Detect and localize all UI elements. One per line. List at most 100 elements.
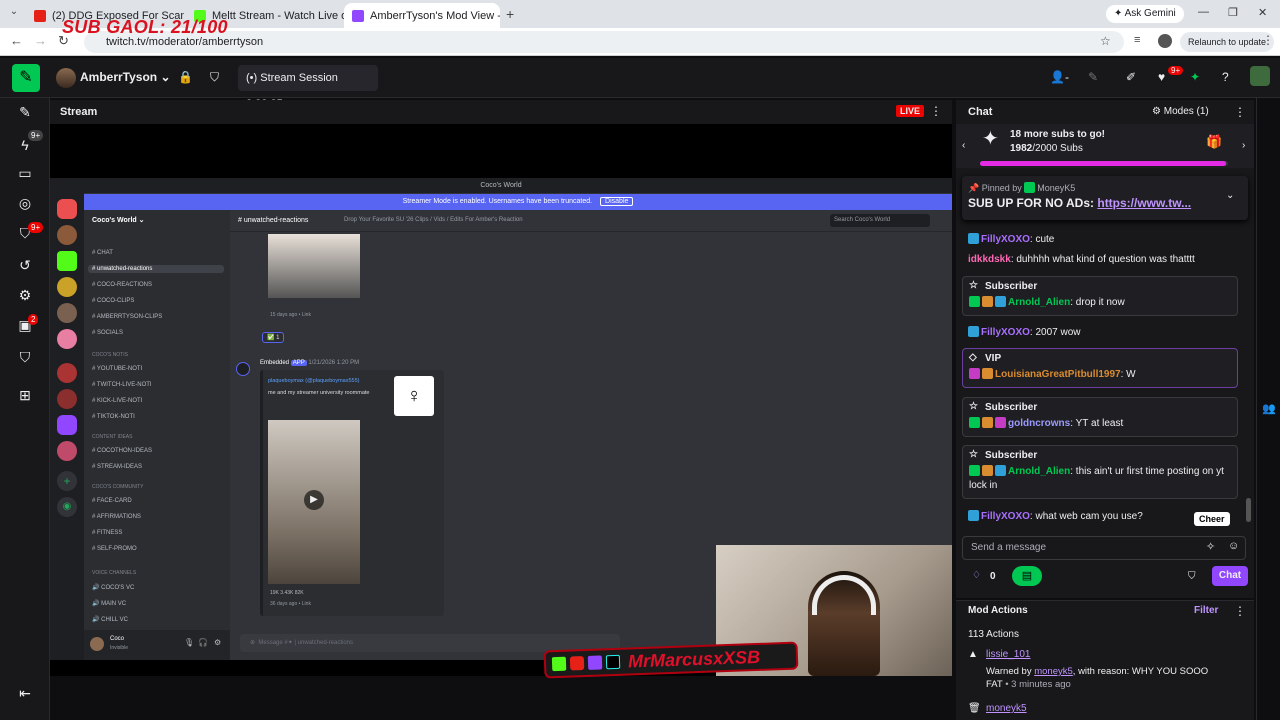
voice-channel[interactable]: 🔊 COCO'S VC: [92, 584, 134, 591]
channel-switcher[interactable]: AmberrTyson ⌄: [80, 70, 171, 84]
message-link[interactable]: 36 days ago • Link: [270, 601, 311, 607]
twitch-logo-button[interactable]: ✎: [12, 64, 40, 92]
relaunch-button[interactable]: Relaunch to update: [1180, 32, 1275, 52]
chat-more-icon[interactable]: ⋮: [1234, 105, 1246, 119]
channel-unwatched-reactions[interactable]: # unwatched-reactions: [88, 265, 224, 273]
vip-message-card[interactable]: ◇ VIP LouisianaGreatPitbull1997: W: [962, 348, 1238, 388]
discover-icon[interactable]: ◉: [57, 497, 77, 517]
exit-icon[interactable]: ⇤: [16, 684, 34, 702]
add-server-icon[interactable]: +: [57, 471, 77, 491]
maximize-icon[interactable]: ❐: [1228, 6, 1238, 19]
mod-more-icon[interactable]: ⋮: [1234, 604, 1246, 618]
browser-menu-icon[interactable]: ⋮: [1262, 33, 1274, 47]
server-icon[interactable]: [57, 225, 77, 245]
url-field[interactable]: twitch.tv/moderator/amberrtyson: [84, 31, 1124, 53]
message-link[interactable]: 15 days ago • Link: [270, 312, 311, 318]
extensions-icon[interactable]: ≡: [1134, 34, 1140, 46]
server-icon[interactable]: [57, 363, 77, 383]
gift-icon[interactable]: ▤: [1012, 566, 1042, 586]
chat-message[interactable]: FillyXOXO: what web cam you use?: [968, 509, 1188, 524]
stream-icon[interactable]: ▭: [16, 164, 34, 182]
profile-avatar[interactable]: [1158, 34, 1172, 48]
channel-tiktok-noti[interactable]: # TIKTOK-NOTI: [92, 414, 135, 420]
pinned-link[interactable]: https://www.tw...: [1097, 196, 1191, 210]
category-header[interactable]: VOICE CHANNELS: [92, 570, 136, 576]
edit-icon[interactable]: ✎: [1088, 70, 1098, 84]
mod-shield-icon[interactable]: ⛉: [1188, 571, 1196, 582]
chat-message[interactable]: FillyXOXO: cute: [968, 232, 1244, 247]
more-options-icon[interactable]: ⋮: [930, 104, 942, 118]
viewer-icon[interactable]: 👤-: [1050, 70, 1069, 84]
mic-icon[interactable]: 🎙: [184, 638, 194, 647]
prev-icon[interactable]: ‹: [962, 140, 965, 151]
channel-face-card[interactable]: # FACE-CARD: [92, 498, 132, 504]
chat-modes-button[interactable]: ⚙ Modes (1): [1152, 106, 1209, 117]
server-icon[interactable]: [57, 303, 77, 323]
disable-button[interactable]: Disable: [600, 197, 634, 206]
chat-scrollbar[interactable]: [1246, 498, 1251, 522]
gift-icon[interactable]: 🎁: [1206, 134, 1222, 150]
server-icon[interactable]: [57, 199, 77, 219]
channel-socials[interactable]: # SOCIALS: [92, 330, 123, 336]
back-icon[interactable]: ←: [10, 33, 23, 48]
chat-input[interactable]: Send a message: [962, 536, 1246, 560]
channel-self-promo[interactable]: # SELF-PROMO: [92, 546, 137, 552]
channel-coco-reactions[interactable]: # COCO-REACTIONS: [92, 282, 152, 288]
filter-button[interactable]: Filter: [1194, 605, 1218, 616]
server-icon[interactable]: [57, 389, 77, 409]
close-window-icon[interactable]: ✕: [1258, 6, 1267, 19]
emote-picker-icon[interactable]: ☺: [1228, 540, 1239, 552]
channel-youtube-noti[interactable]: # YOUTUBE-NOTI: [92, 366, 142, 372]
chat-send-button[interactable]: Chat: [1212, 566, 1248, 586]
server-icon[interactable]: [57, 251, 77, 271]
expand-icon[interactable]: ⌄: [1226, 190, 1234, 201]
server-icon[interactable]: [57, 329, 77, 349]
video-embed-1[interactable]: [268, 234, 360, 298]
browser-tab-twitch[interactable]: AmberrTyson's Mod View - 🔊 ✕: [344, 3, 500, 28]
channel-twitch-live-noti[interactable]: # TWITCH-LIVE-NOTI: [92, 382, 152, 388]
users-icon[interactable]: 👥: [1262, 402, 1276, 415]
chat-message[interactable]: idkkdskk: duhhhh what kind of question w…: [968, 252, 1244, 267]
category-header[interactable]: COCO'S COMMUNITY: [92, 484, 144, 490]
tab-search-button[interactable]: ⌄: [6, 6, 22, 22]
channel-coco-clips[interactable]: # COCO-CLIPS: [92, 298, 134, 304]
help-icon[interactable]: ?: [1222, 70, 1229, 84]
activity-icon[interactable]: ◎: [16, 194, 34, 212]
user-avatar[interactable]: [90, 637, 104, 651]
stream-session-chip[interactable]: (•) Stream Session 2:22:35: [238, 65, 378, 110]
pencil-icon[interactable]: ✎: [16, 103, 34, 121]
channel-cocothon-ideas[interactable]: # COCOTHON-IDEAS: [92, 448, 152, 454]
subscriber-message-card[interactable]: ☆ Subscriber goldncrowns: YT at least: [962, 397, 1238, 437]
pencil-icon[interactable]: ✐: [1126, 70, 1136, 84]
shield-outline-icon[interactable]: ⛉: [16, 348, 34, 366]
history-icon[interactable]: ↺: [16, 256, 34, 274]
voice-channel[interactable]: 🔊 CHILL VC: [92, 616, 128, 623]
embed-video[interactable]: ▶: [268, 420, 360, 584]
voice-channel[interactable]: 🔊 MAIN VC: [92, 600, 126, 607]
next-icon[interactable]: ›: [1242, 140, 1245, 151]
channel-fitness[interactable]: # FITNESS: [92, 530, 122, 536]
server-icon[interactable]: [57, 441, 77, 461]
mod-action-user[interactable]: lissie_101: [986, 649, 1030, 660]
category-header[interactable]: COCO'S NOTIS: [92, 352, 128, 358]
category-header[interactable]: CONTENT IDEAS: [92, 434, 132, 440]
add-widget-icon[interactable]: ⊞: [16, 386, 34, 404]
channel-kick-live-noti[interactable]: # KICK-LIVE-NOTI: [92, 398, 142, 404]
subscriber-message-card[interactable]: ☆ Subscriber Arnold_Alien: this ain't ur …: [962, 445, 1238, 499]
user-avatar[interactable]: [1250, 66, 1270, 86]
server-name[interactable]: Coco's World ⌄: [92, 216, 145, 224]
bookmark-star-icon[interactable]: ☆: [1100, 34, 1111, 48]
spark-icon[interactable]: ✦: [1190, 70, 1200, 84]
chat-message[interactable]: FillyXOXO: 2007 wow: [968, 325, 1244, 340]
pinned-message[interactable]: 📌 Pinned by MoneyK5 SUB UP FOR NO ADs: h…: [962, 176, 1248, 220]
embed-user[interactable]: plaqueboymax (@plaqueboymax555): [268, 378, 360, 384]
minimize-icon[interactable]: —: [1198, 6, 1209, 18]
channel-stream-ideas[interactable]: # STREAM-IDEAS: [92, 464, 142, 470]
forward-icon[interactable]: →: [34, 33, 47, 48]
ask-gemini-button[interactable]: ✦ Ask Gemini: [1106, 5, 1184, 23]
server-icon[interactable]: [57, 415, 77, 435]
channel-affirmations[interactable]: # AFFIRMATIONS: [92, 514, 141, 520]
new-tab-icon[interactable]: +: [506, 6, 514, 22]
cheer-icon[interactable]: ✧: [1206, 540, 1215, 553]
lock-icon[interactable]: 🔒: [178, 70, 193, 84]
